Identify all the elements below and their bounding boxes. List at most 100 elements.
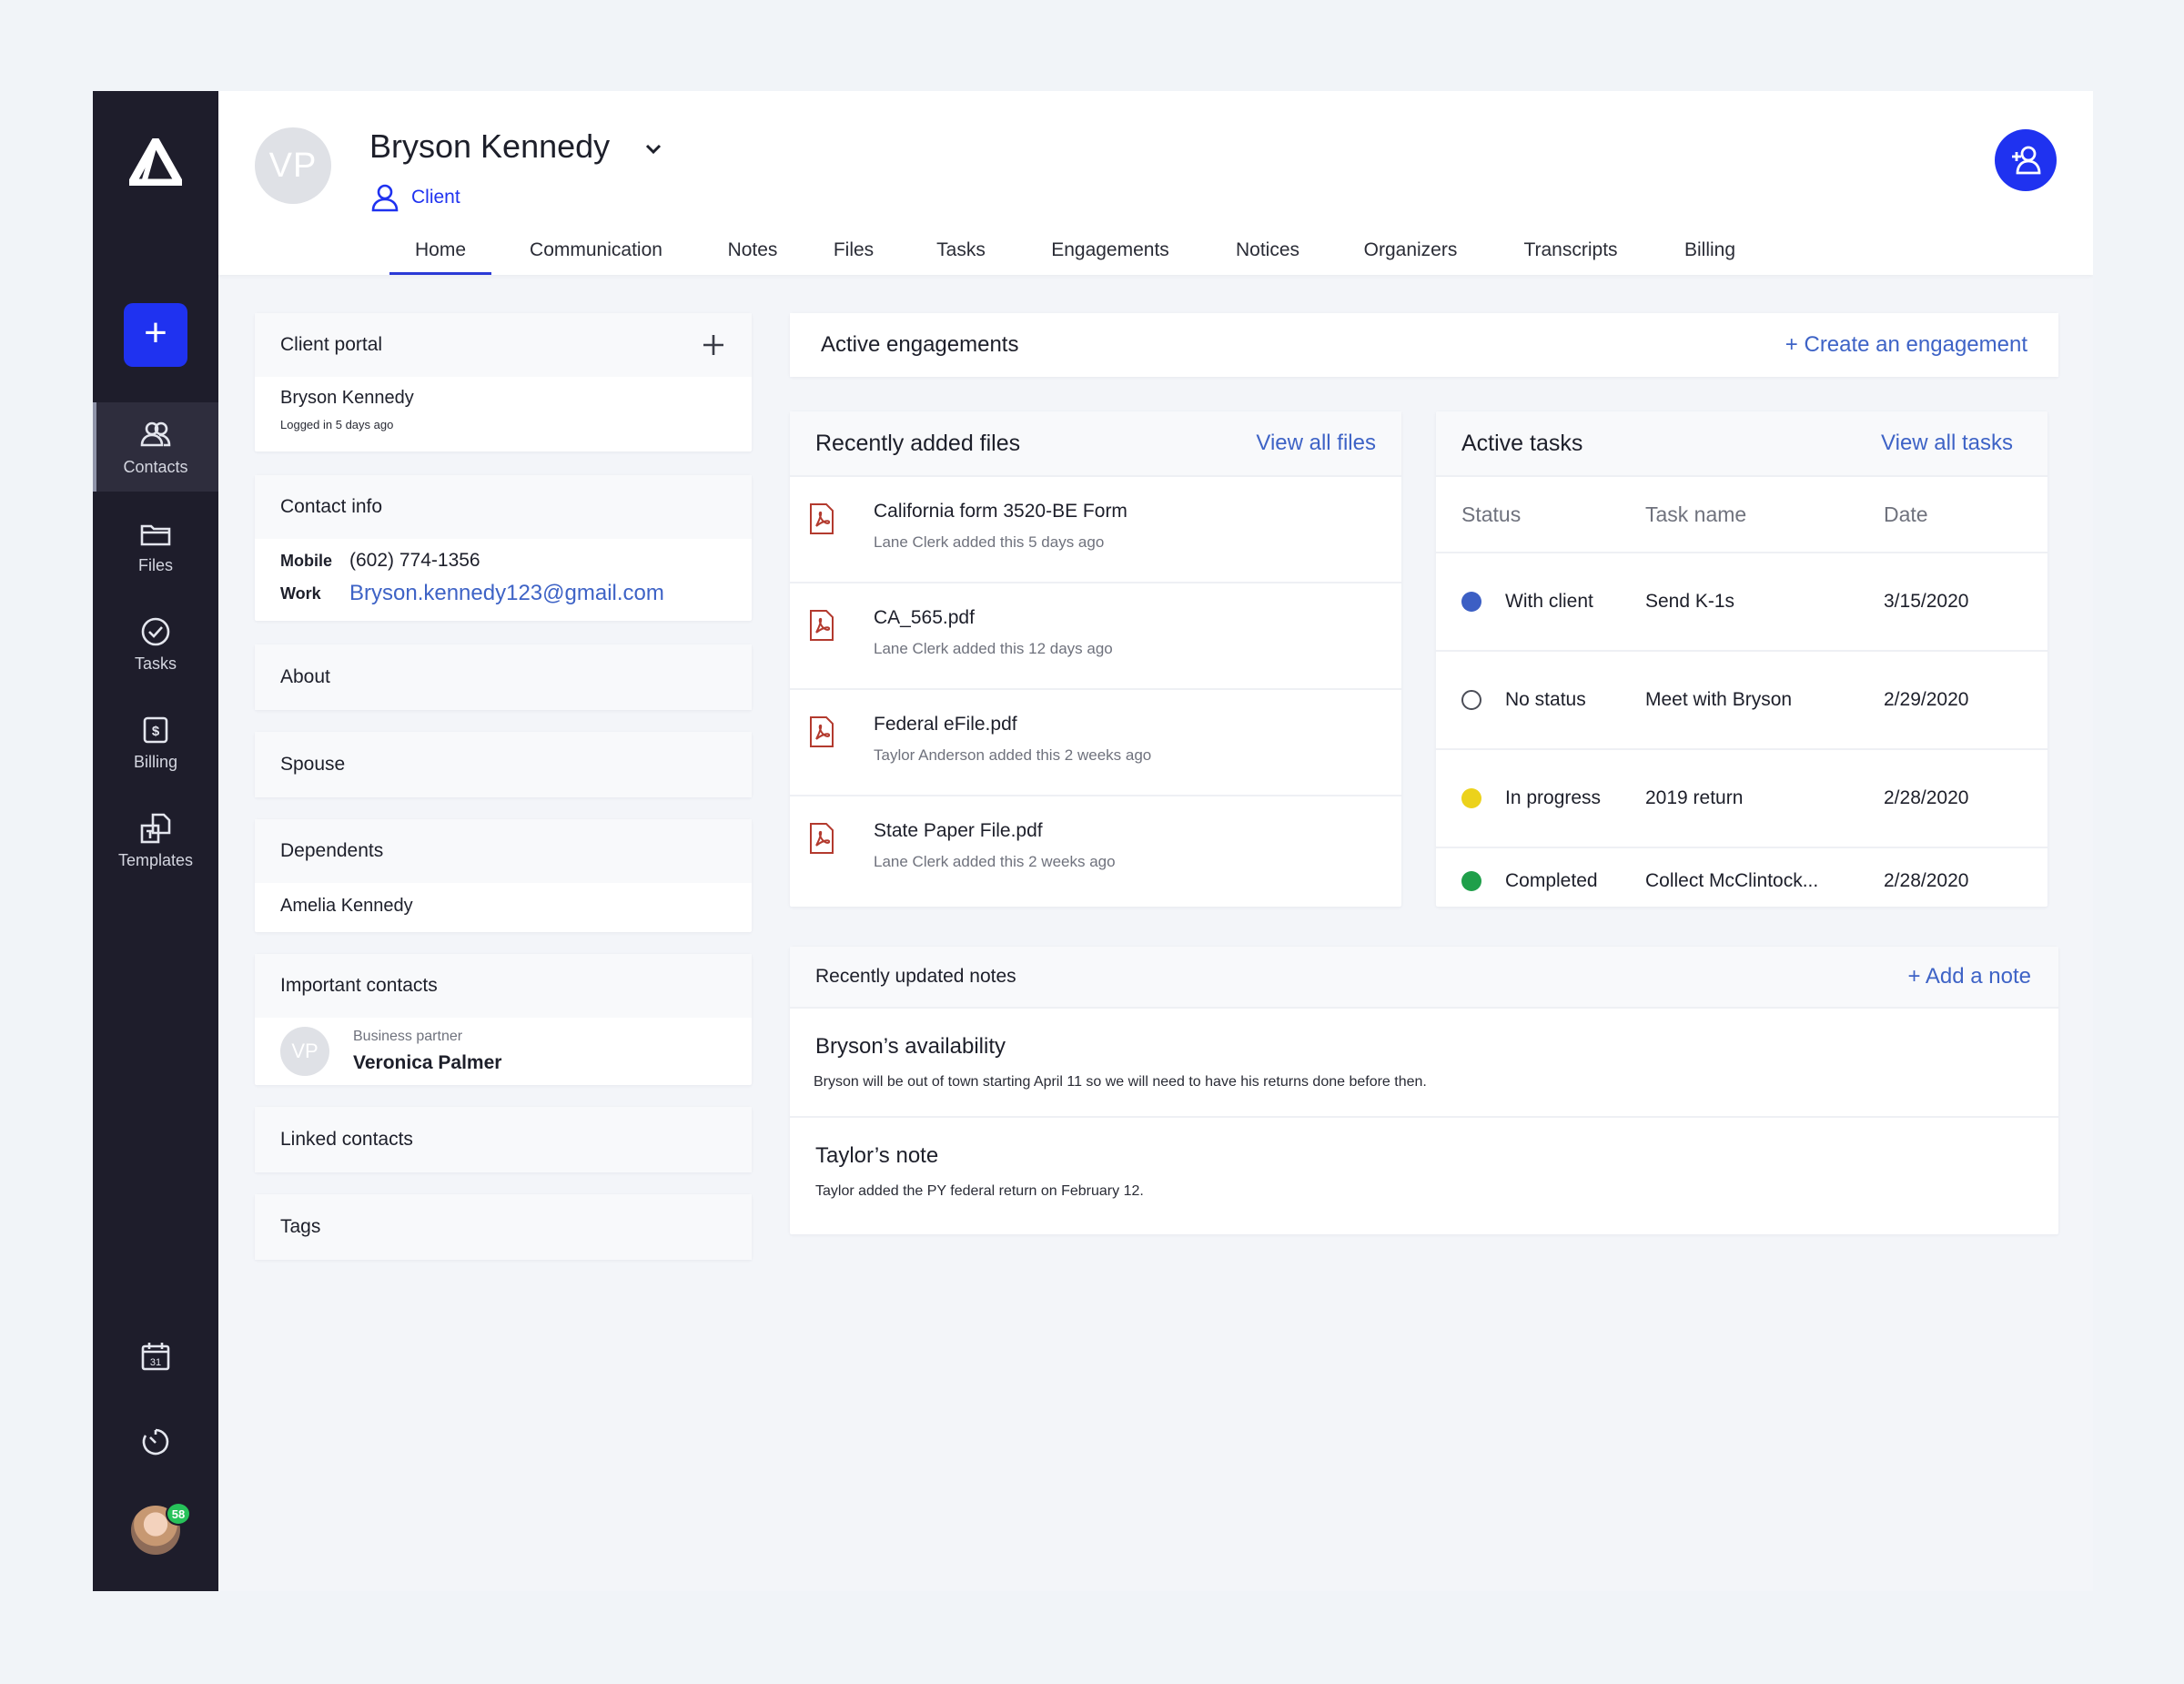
templates-icon	[140, 813, 171, 843]
sidebar-item-tasks[interactable]: Tasks	[93, 599, 218, 688]
sidebar-item-templates[interactable]: Templates	[93, 796, 218, 885]
task-row[interactable]: No status Meet with Bryson 2/29/2020	[1436, 650, 2048, 748]
column-header-date[interactable]: Date	[1884, 502, 2048, 527]
tab-transcripts[interactable]: Transcripts	[1521, 237, 1621, 275]
card-title: Recently added files	[815, 430, 1021, 456]
tags-card[interactable]: Tags	[255, 1194, 752, 1260]
user-menu[interactable]: 58	[93, 1502, 218, 1555]
card-title: Active engagements	[821, 332, 1019, 357]
recent-files-card: Recently added files View all files Cali…	[790, 411, 1401, 907]
tab-home[interactable]: Home	[389, 237, 491, 275]
recent-notes-header: Recently updated notes + Add a note	[790, 947, 2058, 1007]
tab-billing[interactable]: Billing	[1683, 237, 1737, 275]
note-item[interactable]: Taylor’s note Taylor added the PY federa…	[790, 1116, 2058, 1233]
file-row[interactable]: Federal eFile.pdf Taylor Anderson added t…	[790, 688, 1401, 795]
chevron-down-icon[interactable]	[642, 138, 664, 160]
add-contact-button[interactable]	[1995, 129, 2057, 191]
tab-engagements[interactable]: Engagements	[1049, 237, 1171, 275]
svg-text:31: 31	[150, 1357, 161, 1368]
spouse-card[interactable]: Spouse	[255, 732, 752, 797]
create-engagement-link[interactable]: + Create an engagement	[1785, 332, 2027, 358]
file-row[interactable]: CA_565.pdf Lane Clerk added this 12 days …	[790, 582, 1401, 688]
pdf-file-icon	[810, 716, 834, 747]
portal-login-status: Logged in 5 days ago	[280, 418, 394, 431]
task-row[interactable]: Completed Collect McClintock... 2/28/202…	[1436, 847, 2048, 907]
app-logo-icon[interactable]	[129, 138, 182, 186]
check-circle-icon	[141, 617, 170, 645]
status-dot-yellow-icon	[1461, 788, 1481, 808]
folder-icon	[140, 524, 171, 545]
mobile-value[interactable]: (602) 774-1356	[349, 550, 480, 572]
status-dot-empty-icon	[1461, 690, 1481, 710]
task-date: 3/15/2020	[1884, 591, 1969, 612]
dependent-name[interactable]: Amelia Kennedy	[255, 883, 752, 928]
card-title: Client portal	[280, 334, 383, 355]
sidebar: + Contacts Files Tasks $ Billing Templat…	[93, 91, 218, 1591]
plus-icon[interactable]	[701, 332, 726, 358]
timer-icon	[142, 1428, 169, 1456]
client-portal-body: Bryson Kennedy Logged in 5 days ago	[255, 377, 752, 442]
card-title: Linked contacts	[280, 1129, 413, 1150]
user-avatar[interactable]: 58	[131, 1502, 191, 1555]
contact-avatar: VP	[255, 127, 331, 204]
add-note-link[interactable]: + Add a note	[1908, 964, 2031, 989]
view-all-files-link[interactable]: View all files	[1256, 431, 1376, 456]
calendar-button[interactable]: 31	[93, 1340, 218, 1373]
task-date: 2/28/2020	[1884, 787, 1969, 808]
column-header-status[interactable]: Status	[1436, 502, 1645, 527]
view-all-tasks-link[interactable]: View all tasks	[1881, 431, 2013, 456]
app-window: + Contacts Files Tasks $ Billing Templat…	[93, 91, 2093, 1591]
add-person-icon	[2012, 146, 2041, 175]
calendar-icon: 31	[141, 1343, 170, 1371]
sidebar-item-label: Templates	[117, 850, 194, 869]
task-status: In progress	[1505, 787, 1602, 808]
sidebar-item-contacts[interactable]: Contacts	[93, 402, 218, 492]
sidebar-item-label: Tasks	[134, 654, 177, 673]
task-row[interactable]: With client Send K-1s 3/15/2020	[1436, 552, 2048, 650]
task-name: Send K-1s	[1645, 591, 1735, 612]
work-email-link[interactable]: Bryson.kennedy123@gmail.com	[349, 581, 664, 606]
tab-tasks[interactable]: Tasks	[935, 237, 987, 275]
tab-notices[interactable]: Notices	[1233, 237, 1302, 275]
spouse-header: Spouse	[255, 732, 752, 797]
dependents-header: Dependents	[255, 819, 752, 883]
contact-avatar-small: VP	[280, 1027, 329, 1076]
sidebar-item-files[interactable]: Files	[93, 501, 218, 590]
note-text: Taylor added the PY federal return on Fe…	[815, 1183, 1144, 1199]
task-row[interactable]: In progress 2019 return 2/28/2020	[1436, 748, 2048, 847]
task-status: No status	[1505, 689, 1586, 710]
notification-badge: 58	[166, 1502, 191, 1526]
sidebar-nav: Contacts Files Tasks $ Billing Templates	[93, 402, 218, 894]
file-row[interactable]: California form 3520-BE Form Lane Clerk a…	[790, 475, 1401, 582]
sidebar-item-label: Billing	[133, 752, 178, 771]
tab-notes[interactable]: Notes	[726, 237, 779, 275]
contact-role: Business partner	[353, 1029, 463, 1044]
sidebar-item-label: Contacts	[123, 457, 188, 476]
tab-files[interactable]: Files	[833, 237, 875, 275]
card-title: About	[280, 666, 330, 687]
work-label: Work	[280, 583, 321, 603]
column-header-task-name[interactable]: Task name	[1645, 502, 1884, 527]
file-meta: Taylor Anderson added this 2 weeks ago	[874, 746, 1152, 764]
tab-organizers[interactable]: Organizers	[1362, 237, 1459, 275]
linked-contacts-header: Linked contacts	[255, 1107, 752, 1172]
card-title: Spouse	[280, 754, 346, 775]
important-contact-item[interactable]: VP Business partner Veronica Palmer	[255, 1018, 752, 1085]
about-card[interactable]: About	[255, 644, 752, 710]
recent-notes-card: Recently updated notes + Add a note Brys…	[790, 947, 2058, 1234]
sidebar-item-billing[interactable]: $ Billing	[93, 697, 218, 786]
note-item[interactable]: Bryson’s availability Bryson will be out…	[790, 1007, 2058, 1116]
card-title: Contact info	[280, 496, 383, 517]
linked-contacts-card[interactable]: Linked contacts	[255, 1107, 752, 1172]
dependents-card: Dependents Amelia Kennedy	[255, 819, 752, 932]
quick-add-button[interactable]: +	[124, 303, 187, 367]
important-contacts-card: Important contacts VP Business partner V…	[255, 954, 752, 1085]
active-engagements-header: Active engagements + Create an engagemen…	[790, 313, 2058, 377]
tab-communication[interactable]: Communication	[527, 237, 665, 275]
client-portal-card: Client portal Bryson Kennedy Logged in 5…	[255, 313, 752, 451]
file-row[interactable]: State Paper File.pdf Lane Clerk added thi…	[790, 795, 1401, 901]
recent-files-header: Recently added files View all files	[790, 411, 1401, 475]
client-type-label: Client	[411, 187, 460, 208]
timer-button[interactable]	[93, 1425, 218, 1458]
card-title: Active tasks	[1461, 430, 1583, 456]
